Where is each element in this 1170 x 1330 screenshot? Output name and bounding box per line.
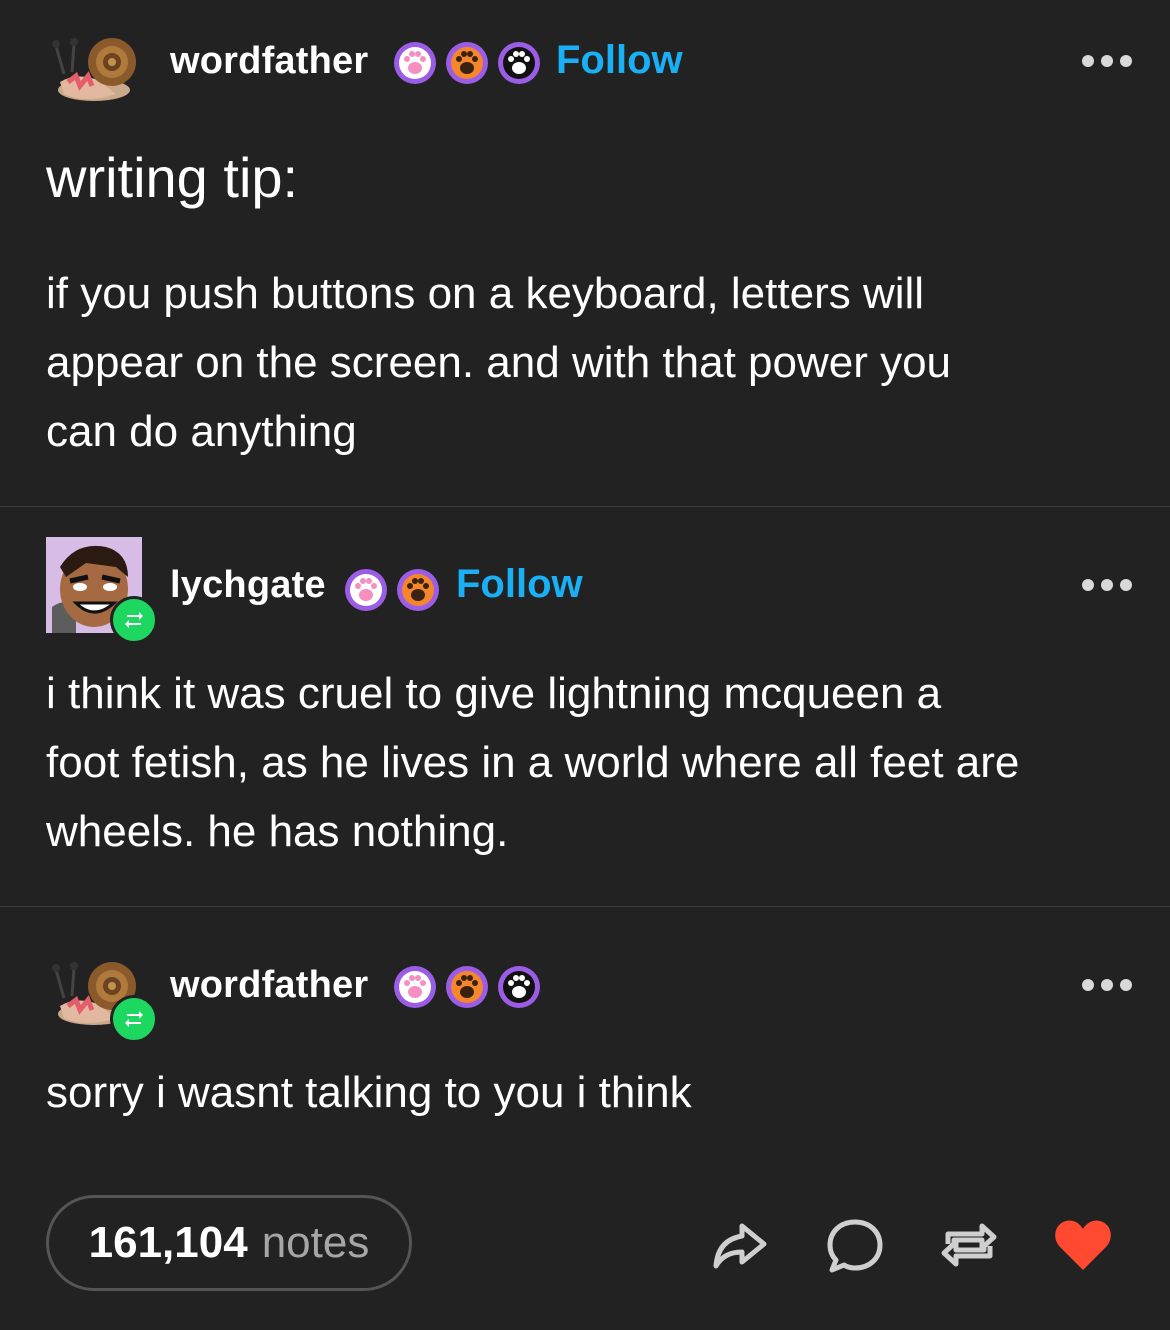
paw-badge-pink-icon[interactable]	[343, 567, 389, 613]
follow-button[interactable]: Follow	[456, 562, 583, 607]
reblog-icon	[125, 1011, 143, 1027]
paw-badge-orange-icon[interactable]	[395, 567, 441, 613]
paw-badge-black-icon[interactable]	[496, 964, 542, 1010]
notes-button[interactable]: 161,104 notes	[46, 1195, 412, 1291]
post-body: if you push buttons on a keyboard, lette…	[46, 269, 952, 456]
more-options-button[interactable]	[1082, 579, 1132, 591]
reblog-badge	[110, 596, 158, 644]
paw-badge-orange-icon[interactable]	[444, 40, 490, 86]
paw-badge-orange-icon[interactable]	[444, 964, 490, 1010]
post-username[interactable]: wordfather	[170, 964, 368, 1007]
post-username[interactable]: lychgate	[170, 564, 326, 607]
post-body: sorry i wasnt talking to you i think	[46, 1068, 692, 1117]
post-divider	[0, 906, 1170, 907]
more-options-button[interactable]	[1082, 979, 1132, 991]
post-username[interactable]: wordfather	[170, 40, 368, 83]
badge-group	[392, 40, 542, 86]
more-options-button[interactable]	[1082, 55, 1132, 67]
more-icon	[1082, 55, 1094, 67]
post-divider	[0, 506, 1170, 507]
paw-badge-pink-icon[interactable]	[392, 40, 438, 86]
more-icon	[1082, 579, 1094, 591]
notes-label: notes	[261, 1218, 370, 1267]
share-icon[interactable]	[708, 1214, 770, 1276]
paw-badge-pink-icon[interactable]	[392, 964, 438, 1010]
paw-badge-black-icon[interactable]	[496, 40, 542, 86]
like-icon[interactable]	[1052, 1214, 1114, 1276]
reblog-action-icon[interactable]	[938, 1214, 1000, 1276]
snail-avatar-icon[interactable]	[46, 24, 142, 120]
reply-icon[interactable]	[824, 1214, 886, 1276]
post-title: writing tip:	[46, 146, 299, 209]
reblog-icon	[125, 612, 143, 628]
reblog-badge	[110, 995, 158, 1043]
post-body: i think it was cruel to give lightning m…	[46, 669, 1020, 856]
badge-group	[343, 567, 441, 613]
follow-button[interactable]: Follow	[556, 38, 683, 83]
notes-count: 161,104	[88, 1218, 248, 1267]
badge-group	[392, 964, 542, 1010]
more-icon	[1082, 979, 1094, 991]
